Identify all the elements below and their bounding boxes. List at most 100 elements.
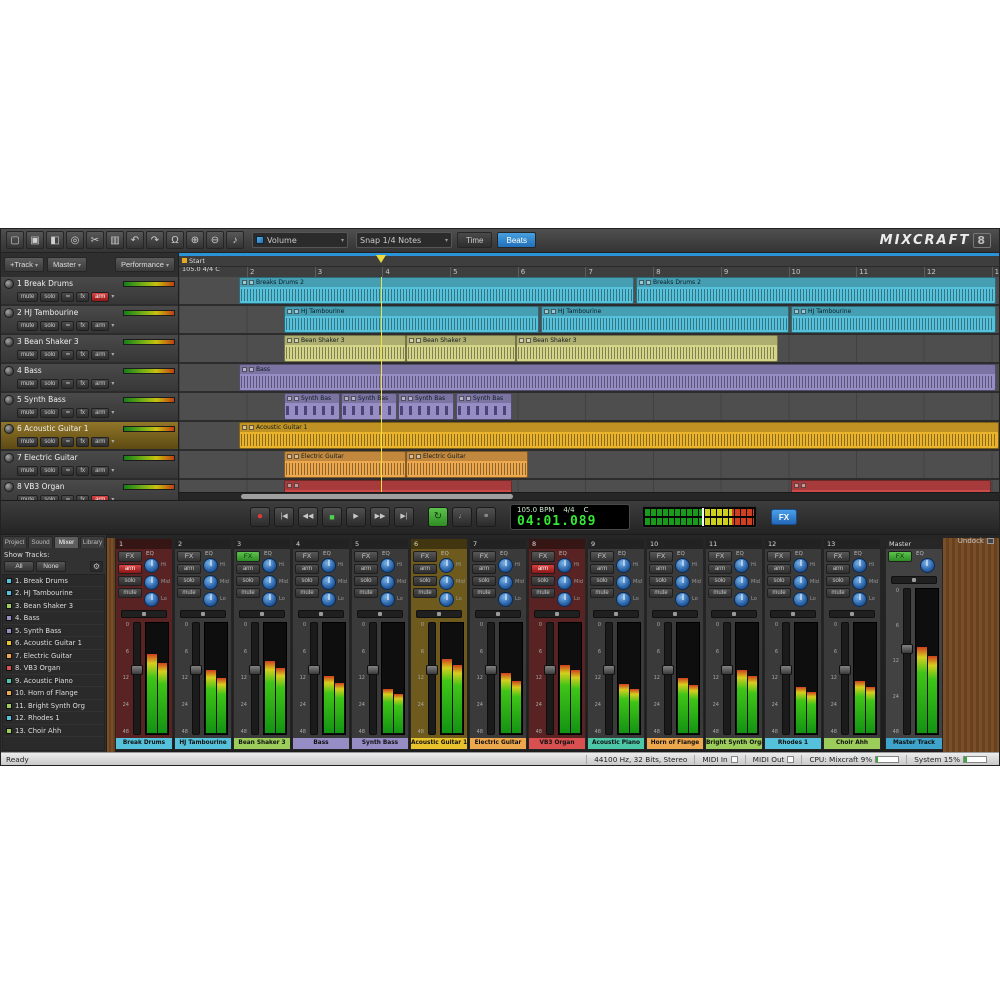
track-arm-button[interactable]: arm [91, 350, 109, 360]
channel-mute-button[interactable]: mute [177, 588, 201, 598]
volume-fader[interactable] [133, 622, 141, 735]
show-none-button[interactable]: None [36, 561, 66, 572]
channel-fx-button[interactable]: FX [118, 551, 142, 562]
channel-mute-button[interactable]: mute [354, 588, 378, 598]
track-arm-button[interactable]: arm [91, 379, 109, 389]
open-project-icon[interactable]: ▣ [26, 231, 44, 249]
time-signature-value[interactable]: 4/4 [563, 507, 574, 514]
clip-plus-icon[interactable] [294, 483, 299, 488]
volume-fader[interactable] [664, 622, 672, 735]
track-list-item[interactable]: 12. Rhodes 1 [3, 712, 104, 725]
channel-mute-button[interactable]: mute [708, 588, 732, 598]
metronome-button[interactable]: ♩ [452, 507, 472, 527]
track-waveform-icon[interactable]: ≈ [61, 379, 74, 389]
track-mute-button[interactable]: mute [17, 350, 38, 360]
track-list-item[interactable]: 10. Horn of Flange [3, 687, 104, 700]
eq-knob[interactable] [675, 575, 690, 590]
clip-loop-icon[interactable] [287, 483, 292, 488]
channel-arm-button[interactable]: arm [826, 564, 850, 574]
track-list-item[interactable]: 7. Electric Guitar [3, 650, 104, 663]
audio-clip[interactable]: Breaks Drums 2 [636, 277, 996, 304]
clip-plus-icon[interactable] [416, 338, 421, 343]
track-waveform-icon[interactable]: ≈ [61, 321, 74, 331]
clip-plus-icon[interactable] [526, 338, 531, 343]
track-arm-button[interactable]: arm [91, 408, 109, 418]
pan-slider[interactable] [416, 610, 462, 618]
volume-fader[interactable] [369, 622, 377, 735]
clip-loop-icon[interactable] [242, 367, 247, 372]
eq-knob[interactable] [144, 575, 159, 590]
channel-solo-button[interactable]: solo [590, 576, 614, 586]
channel-solo-button[interactable]: solo [236, 576, 260, 586]
track-volume-slider[interactable] [123, 397, 175, 403]
pan-slider[interactable] [891, 576, 937, 584]
channel-mute-button[interactable]: mute [295, 588, 319, 598]
midi-in-indicator[interactable]: MIDI In [694, 755, 744, 764]
channel-arm-button[interactable]: arm [649, 564, 673, 574]
track-list-item[interactable]: 4. Bass [3, 612, 104, 625]
loop-region-bar[interactable] [179, 253, 999, 256]
track-solo-button[interactable]: solo [40, 321, 59, 331]
track-lane[interactable] [179, 480, 999, 492]
scrollbar-thumb[interactable] [241, 494, 513, 499]
clip-loop-icon[interactable] [242, 280, 247, 285]
mixer-channel-strip[interactable]: 3 FX arm solo mute EQ [233, 538, 291, 750]
midi-out-indicator[interactable]: MIDI Out [745, 755, 802, 764]
channel-solo-button[interactable]: solo [295, 576, 319, 586]
channel-fx-button[interactable]: FX [590, 551, 614, 562]
channel-solo-button[interactable]: solo [826, 576, 850, 586]
track-mute-button[interactable]: mute [17, 466, 38, 476]
track-lane[interactable]: Bean Shaker 3 [179, 335, 999, 362]
channel-fx-button[interactable]: FX [472, 551, 496, 562]
clip-plus-icon[interactable] [551, 309, 556, 314]
eq-knob[interactable] [380, 575, 395, 590]
volume-fader[interactable] [841, 622, 849, 735]
channel-solo-button[interactable]: solo [354, 576, 378, 586]
panel-tab[interactable]: Mixer [54, 536, 79, 548]
panel-tab[interactable]: Project [2, 536, 27, 548]
track-mute-button[interactable]: mute [17, 379, 38, 389]
mixer-channel-strip[interactable]: 9 FX arm solo mute EQ [587, 538, 645, 750]
track-fx-button[interactable]: fx [76, 321, 89, 331]
track-header[interactable]: 5 Synth Bass mute solo ≈ fx arm ▾ [1, 393, 178, 420]
fader-handle[interactable] [131, 665, 143, 675]
channel-arm-button[interactable]: arm [590, 564, 614, 574]
track-waveform-icon[interactable]: ≈ [61, 466, 74, 476]
mixdown-icon[interactable]: ◎ [66, 231, 84, 249]
channel-mute-button[interactable]: mute [413, 588, 437, 598]
audio-clip[interactable] [284, 480, 512, 492]
volume-fader[interactable] [310, 622, 318, 735]
track-fx-button[interactable]: fx [76, 350, 89, 360]
eq-knob[interactable] [203, 558, 218, 573]
track-solo-button[interactable]: solo [40, 379, 59, 389]
track-list-item[interactable]: 2. HJ Tambourine [3, 587, 104, 600]
playhead-line[interactable] [381, 277, 382, 492]
mix-levels-button[interactable]: ≡ [476, 507, 496, 527]
eq-knob[interactable] [920, 558, 935, 573]
track-dropdown-arrow[interactable]: ▾ [111, 293, 114, 300]
track-waveform-icon[interactable]: ≈ [61, 408, 74, 418]
eq-knob[interactable] [439, 575, 454, 590]
eq-knob[interactable] [321, 558, 336, 573]
mixer-channel-strip[interactable]: 2 FX arm solo mute EQ [174, 538, 232, 750]
track-header[interactable]: 2 HJ Tambourine mute solo ≈ fx arm ▾ [1, 306, 178, 333]
audio-clip[interactable]: Breaks Drums 2 [239, 277, 634, 304]
rewind-button[interactable]: ◀◀ [298, 507, 318, 527]
mixer-channel-strip[interactable]: 5 FX arm solo mute EQ [351, 538, 409, 750]
horizontal-scrollbar[interactable] [179, 492, 999, 500]
channel-fx-button[interactable]: FX [708, 551, 732, 562]
channel-solo-button[interactable]: solo [708, 576, 732, 586]
pan-slider[interactable] [121, 610, 167, 618]
undock-control[interactable]: Undock [958, 537, 994, 545]
clip-loop-icon[interactable] [287, 309, 292, 314]
channel-arm-button[interactable]: arm [413, 564, 437, 574]
pan-slider[interactable] [652, 610, 698, 618]
clip-loop-icon[interactable] [409, 338, 414, 343]
channel-fx-button[interactable]: FX [649, 551, 673, 562]
clip-loop-icon[interactable] [287, 338, 292, 343]
track-solo-button[interactable]: solo [40, 437, 59, 447]
channel-solo-button[interactable]: solo [118, 576, 142, 586]
stop-button[interactable]: ■ [322, 507, 342, 527]
channel-mute-button[interactable]: mute [826, 588, 850, 598]
fader-handle[interactable] [485, 665, 497, 675]
